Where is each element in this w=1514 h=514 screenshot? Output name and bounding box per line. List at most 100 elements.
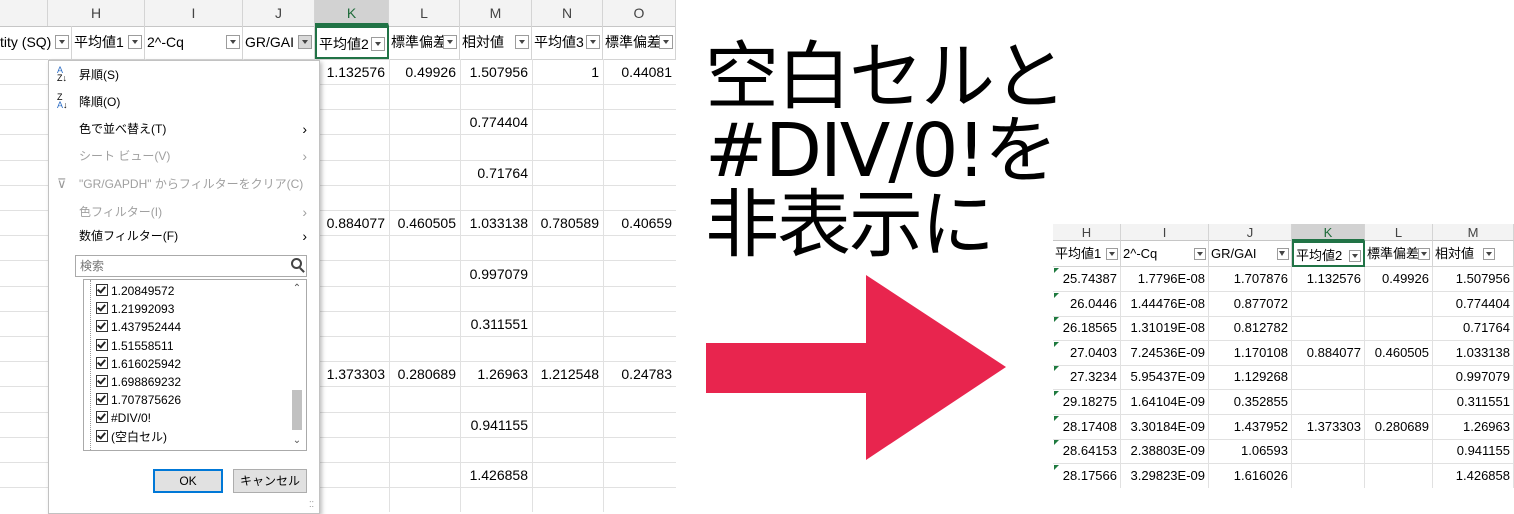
table-cell[interactable]: 0.71764 [460, 161, 532, 185]
table-cell[interactable]: 1.212548 [532, 362, 603, 386]
table-cell[interactable]: 0.49926 [389, 60, 460, 84]
table-cell[interactable]: 1.033138 [460, 211, 532, 235]
table-cell[interactable]: 1.64104E-09 [1121, 390, 1209, 414]
table-cell[interactable]: 2.38803E-09 [1121, 439, 1209, 464]
table-cell[interactable]: 27.3234 [1053, 365, 1121, 390]
table-cell[interactable] [460, 438, 532, 462]
table-cell[interactable] [389, 312, 460, 336]
table-cell[interactable] [389, 488, 460, 512]
table-cell[interactable]: 1.373303 [315, 362, 389, 386]
column-header-g[interactable] [0, 0, 48, 26]
table-cell[interactable]: 0.24783 [603, 362, 676, 386]
column-header-o[interactable]: O [603, 0, 676, 26]
table-cell[interactable] [1365, 291, 1433, 316]
checkbox-checked-icon[interactable] [96, 338, 108, 351]
filter-dropdown-button[interactable] [55, 35, 69, 49]
table-cell[interactable] [389, 438, 460, 462]
column-header-j[interactable]: J [243, 0, 315, 26]
filter-header-avg2[interactable]: 平均値2 [315, 26, 389, 59]
table-cell[interactable] [603, 312, 676, 336]
table-cell[interactable] [603, 413, 676, 437]
table-cell[interactable]: 0.49926 [1365, 267, 1433, 291]
table-cell[interactable]: 1.033138 [1433, 340, 1514, 365]
filter-checkbox-item[interactable]: 1.437952444 [96, 318, 181, 336]
table-cell[interactable] [532, 85, 603, 109]
table-cell[interactable] [532, 312, 603, 336]
table-cell[interactable] [460, 337, 532, 361]
table-cell[interactable] [315, 488, 389, 512]
table-cell[interactable]: 0.941155 [1433, 439, 1514, 464]
filter-header-stdev[interactable]: 標準偏差 [389, 26, 460, 59]
filter-header-avg2[interactable]: 平均値2 [1292, 241, 1365, 267]
table-cell[interactable] [532, 287, 603, 311]
checkbox-checked-icon[interactable] [96, 320, 108, 333]
table-cell[interactable]: 0.311551 [460, 312, 532, 336]
filter-dropdown-button[interactable] [586, 35, 600, 49]
table-cell[interactable] [1292, 365, 1365, 390]
filter-checkbox-item[interactable]: 1.51558511 [96, 337, 174, 355]
column-header-l[interactable]: L [389, 0, 460, 26]
filter-dropdown-button[interactable] [1194, 248, 1206, 260]
column-header-h[interactable]: H [48, 0, 145, 26]
table-cell[interactable]: 26.0446 [1053, 291, 1121, 316]
table-cell[interactable]: 26.18565 [1053, 316, 1121, 341]
table-cell[interactable] [603, 186, 676, 210]
table-cell[interactable] [532, 488, 603, 512]
checkbox-checked-icon[interactable] [96, 302, 108, 315]
table-cell[interactable]: 0.352855 [1209, 390, 1292, 414]
table-cell[interactable] [1292, 390, 1365, 414]
table-cell[interactable]: 28.17566 [1053, 463, 1121, 488]
table-cell[interactable]: 0.460505 [389, 211, 460, 235]
table-cell[interactable] [1292, 291, 1365, 316]
table-cell[interactable]: 0.311551 [1433, 390, 1514, 414]
table-cell[interactable] [603, 287, 676, 311]
table-cell[interactable]: 25.74387 [1053, 267, 1121, 291]
column-header-k[interactable]: K [1292, 224, 1365, 241]
column-header-m[interactable]: M [1433, 224, 1514, 241]
table-cell[interactable] [315, 287, 389, 311]
table-cell[interactable]: 0.280689 [1365, 414, 1433, 439]
table-cell[interactable]: 1.507956 [1433, 267, 1514, 291]
table-cell[interactable] [532, 438, 603, 462]
table-cell[interactable]: 1.426858 [460, 463, 532, 487]
table-cell[interactable] [532, 236, 603, 260]
table-cell[interactable]: 1.7796E-08 [1121, 267, 1209, 291]
table-cell[interactable] [460, 186, 532, 210]
table-cell[interactable] [532, 337, 603, 361]
table-cell[interactable] [1292, 463, 1365, 488]
table-cell[interactable] [389, 463, 460, 487]
table-cell[interactable] [603, 463, 676, 487]
table-cell[interactable]: 1.132576 [315, 60, 389, 84]
filter-dropdown-button[interactable] [443, 35, 457, 49]
filter-header-relative[interactable]: 相対値 [1433, 241, 1514, 267]
table-cell[interactable] [315, 262, 389, 286]
table-cell[interactable]: 0.40659 [603, 211, 676, 235]
filter-header-stdev[interactable]: 標準偏差 [1365, 241, 1433, 267]
checkbox-checked-icon[interactable] [96, 411, 108, 424]
table-cell[interactable]: 1.132576 [1292, 267, 1365, 291]
filter-header-quantity[interactable]: tity (SQ) [0, 26, 72, 59]
table-cell[interactable] [315, 161, 389, 185]
column-header-h[interactable]: H [1053, 224, 1121, 241]
table-cell[interactable] [315, 388, 389, 412]
table-cell[interactable] [389, 110, 460, 134]
table-cell[interactable] [315, 186, 389, 210]
table-cell[interactable] [460, 287, 532, 311]
table-cell[interactable] [389, 262, 460, 286]
checkbox-checked-icon[interactable] [96, 393, 108, 406]
table-cell[interactable]: 0.780589 [532, 211, 603, 235]
filter-checkbox-item[interactable]: 1.698869232 [96, 373, 181, 391]
filter-search-box[interactable] [75, 255, 307, 277]
table-cell[interactable]: 1.06593 [1209, 439, 1292, 464]
filter-header-gr-gapdh[interactable]: GR/GAI [243, 26, 315, 59]
filter-checkbox-item[interactable]: 1.21992093 [96, 300, 174, 318]
table-cell[interactable]: 1.31019E-08 [1121, 316, 1209, 341]
sort-descending-item[interactable]: Z A↓ 降順(O) [49, 89, 317, 115]
table-cell[interactable] [315, 413, 389, 437]
filter-header-avg3[interactable]: 平均値3 [532, 26, 603, 59]
filter-dropdown-button[interactable] [659, 35, 673, 49]
checkbox-checked-icon[interactable] [96, 375, 108, 387]
table-cell[interactable]: 0.877072 [1209, 291, 1292, 316]
filter-applied-icon[interactable] [1277, 248, 1289, 260]
table-cell[interactable]: 7.24536E-09 [1121, 340, 1209, 365]
